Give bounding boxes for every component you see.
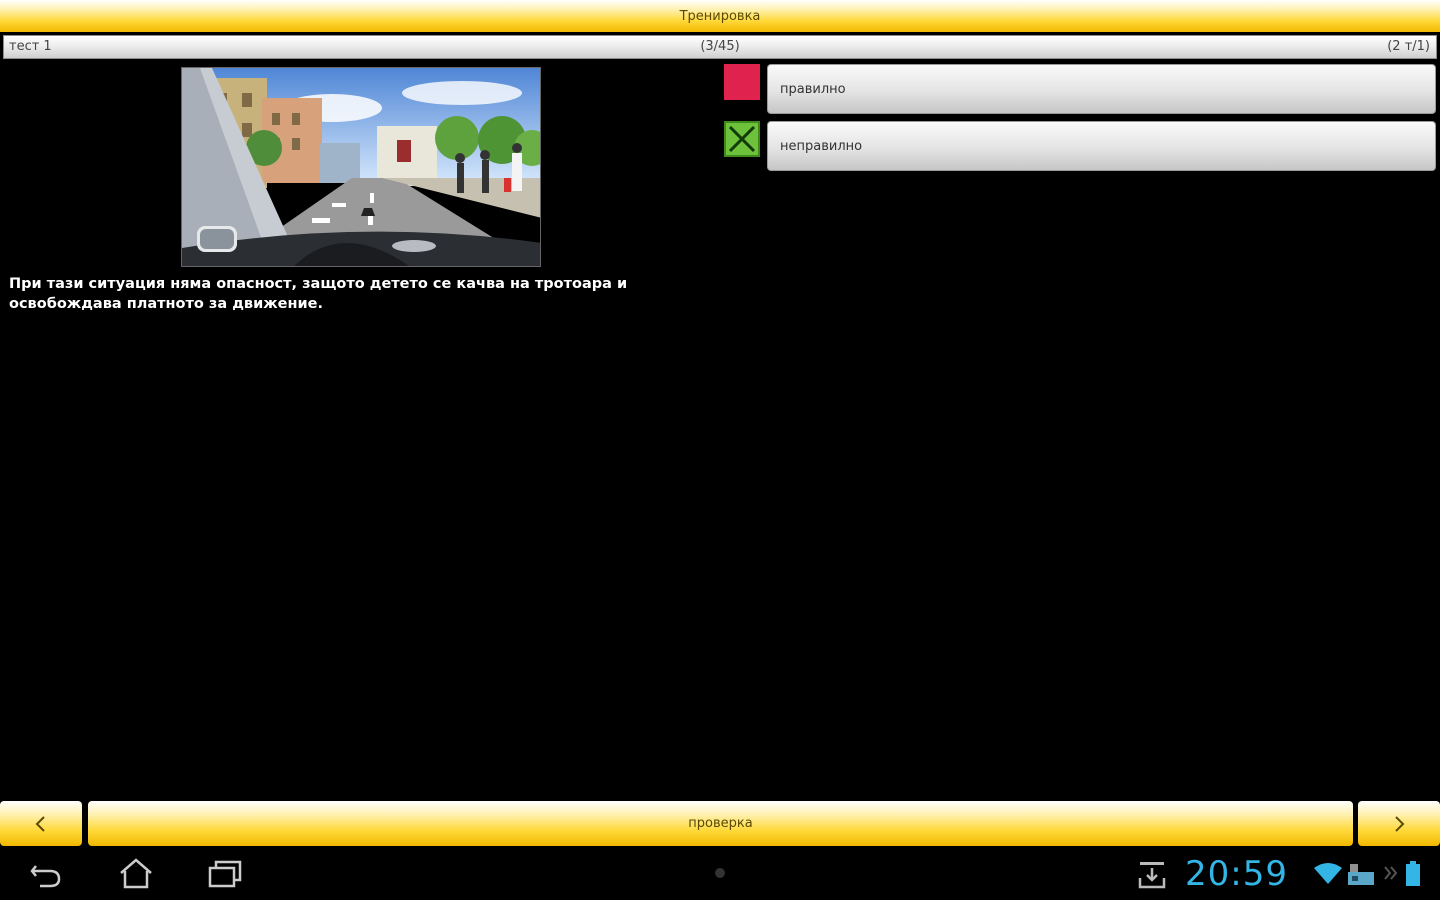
battery-icon [1406, 861, 1420, 886]
answer-button-incorrect[interactable]: неправилно [767, 121, 1436, 171]
question-points: (2 т/1) [1387, 39, 1430, 54]
check-answer-button[interactable]: проверка [88, 801, 1353, 846]
check-button-label: проверка [688, 816, 753, 831]
next-question-button[interactable] [1358, 801, 1440, 846]
previous-question-button[interactable] [0, 801, 82, 846]
answer-row-incorrect[interactable]: неправилно [724, 121, 1436, 173]
x-mark-icon [728, 125, 756, 153]
storage-icon [1348, 864, 1374, 885]
chevron-right-icon [1395, 815, 1405, 832]
answer-marker-selected[interactable] [724, 64, 760, 100]
wifi-icon [1314, 863, 1342, 884]
title-bar: Тренировка [0, 0, 1440, 32]
answer-label: неправилно [780, 138, 863, 154]
chevron-double-right-icon [1384, 866, 1398, 880]
info-bar: тест 1 (3/45) (2 т/1) [3, 35, 1437, 59]
nav-indicator-dot [715, 868, 725, 878]
recent-apps-icon[interactable] [206, 858, 246, 890]
question-progress: (3/45) [700, 39, 740, 54]
question-text: При тази ситуация няма опасност, защото … [9, 276, 628, 312]
chevron-left-icon [35, 815, 45, 832]
answer-button-correct[interactable]: правилно [767, 64, 1436, 114]
status-clock: 20:59 [1185, 854, 1288, 894]
answer-marker-x-icon[interactable] [724, 121, 760, 157]
back-icon[interactable] [28, 858, 64, 890]
system-navigation-bar: 20:59 [0, 848, 1440, 900]
answer-label: правилно [780, 81, 846, 97]
app-root: Тренировка тест 1 (3/45) (2 т/1) При таз… [0, 0, 1440, 900]
home-icon[interactable] [118, 858, 154, 890]
page-title: Тренировка [679, 8, 761, 24]
answer-row-correct[interactable]: правилно [724, 64, 1436, 116]
road-scene-illustration [182, 68, 540, 266]
question-image [181, 67, 541, 267]
download-icon[interactable] [1137, 860, 1167, 890]
